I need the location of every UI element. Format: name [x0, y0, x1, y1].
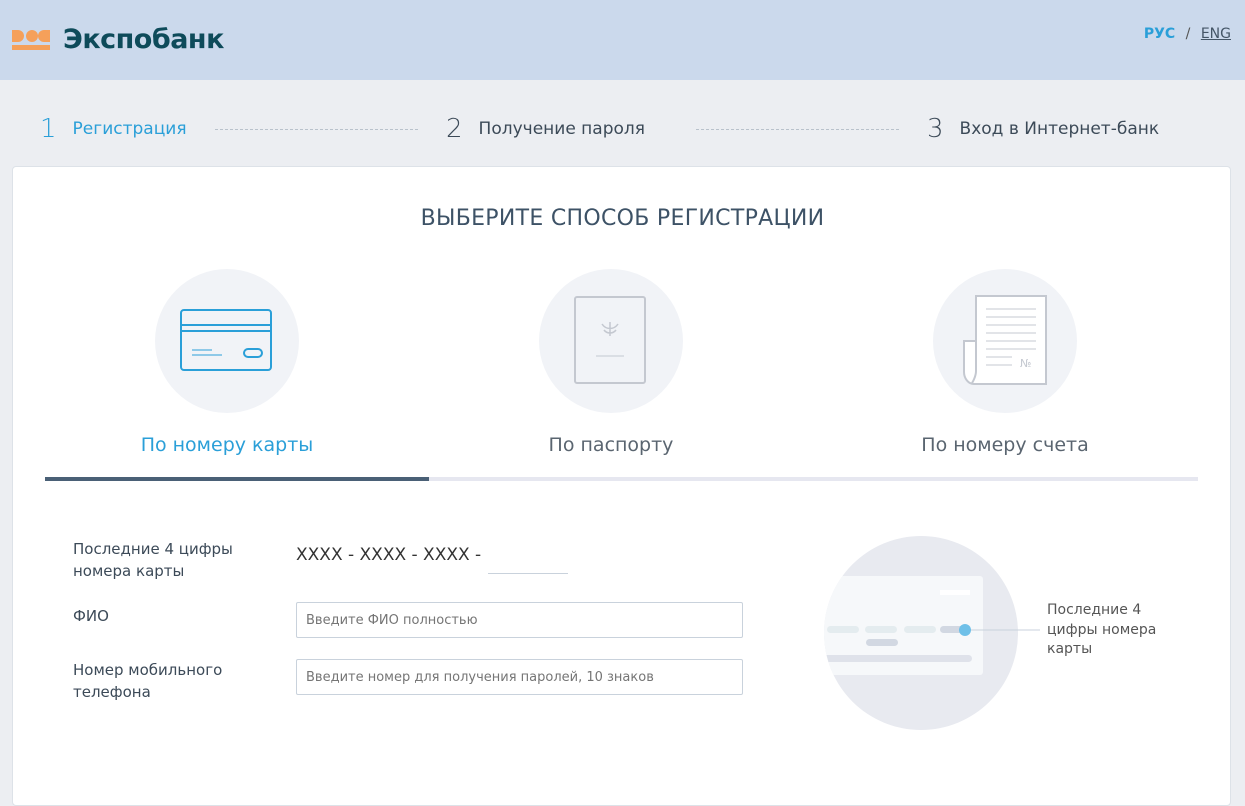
step-divider — [215, 129, 418, 130]
document-icon: № — [963, 295, 1047, 385]
logo-text[interactable]: Экспобанк — [63, 24, 224, 55]
credit-card-icon — [180, 309, 272, 371]
fio-label: ФИО — [73, 607, 109, 625]
language-switcher: РУС / ENG — [1144, 26, 1231, 42]
tab-active-indicator — [45, 477, 429, 481]
header: Экспобанк РУС / ENG — [0, 0, 1245, 80]
card-hint-text: Последние 4 цифры номера карты — [1047, 602, 1157, 657]
step-3: 3 Вход в Интернет-банк — [927, 114, 1159, 144]
logo-icon — [12, 30, 50, 50]
step-1: 1 Регистрация — [40, 114, 187, 144]
step-number: 2 — [446, 114, 463, 144]
step-label: Вход в Интернет-банк — [959, 119, 1160, 139]
fio-input[interactable] — [296, 602, 743, 638]
tab-by-account[interactable]: По номеру счета — [813, 434, 1197, 456]
registration-card — [12, 166, 1231, 806]
lang-ru[interactable]: РУС — [1144, 26, 1175, 42]
passport-icon — [574, 296, 646, 384]
card-hint-illustration — [824, 536, 1040, 730]
step-2: 2 Получение пароля — [446, 114, 645, 144]
tab-passport-icon-wrap[interactable] — [539, 269, 683, 413]
tab-card-icon-wrap[interactable] — [155, 269, 299, 413]
tab-by-card[interactable]: По номеру карты — [35, 434, 419, 456]
lang-separator: / — [1185, 26, 1191, 42]
lang-en[interactable]: ENG — [1201, 26, 1231, 42]
card-last4-input[interactable] — [488, 546, 568, 574]
page-title: ВЫБЕРИТЕ СПОСОБ РЕГИСТРАЦИИ — [420, 206, 825, 231]
tab-by-passport[interactable]: По паспорту — [419, 434, 803, 456]
tab-account-icon-wrap[interactable]: № — [933, 269, 1077, 413]
step-label: Регистрация — [72, 119, 187, 139]
step-label: Получение пароля — [478, 119, 646, 139]
card-digits-label: Последние 4 цифры номера карты — [73, 540, 233, 580]
step-number: 1 — [40, 114, 57, 144]
svg-text:№: № — [1020, 357, 1031, 370]
step-divider — [696, 129, 899, 130]
card-mask: XXXX - XXXX - XXXX - — [296, 545, 482, 565]
phone-input[interactable] — [296, 659, 743, 695]
step-number: 3 — [927, 114, 944, 144]
phone-label: Номер мобильного телефона — [73, 661, 223, 701]
